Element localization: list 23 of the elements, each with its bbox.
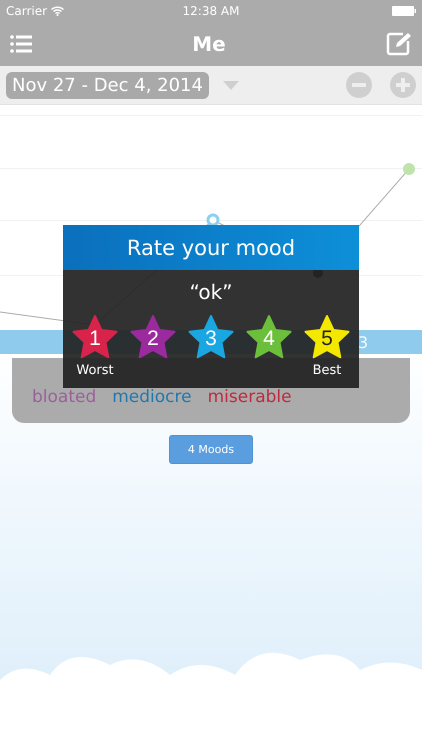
status-time: 12:38 AM [182, 4, 240, 18]
moods-button[interactable]: 4 Moods [168, 435, 254, 464]
mood-quote: “ok” [189, 280, 233, 304]
data-point [206, 214, 220, 226]
carrier-label: Carrier [6, 4, 48, 18]
plus-icon [396, 78, 410, 92]
battery-icon [392, 6, 416, 16]
page-title: Me [192, 32, 226, 56]
mood-tag: mediocre [112, 386, 192, 406]
mood-tag: miserable [208, 386, 292, 406]
menu-icon[interactable] [10, 35, 32, 53]
zoom-in-button[interactable] [390, 72, 416, 98]
mood-tag: bloated [32, 386, 96, 406]
date-range-button[interactable]: Nov 27 - Dec 4, 2014 [6, 72, 209, 98]
dropdown-caret-icon[interactable] [222, 80, 239, 90]
dialog-title: Rate your mood [126, 236, 296, 260]
star-caption: Best [312, 363, 342, 378]
star-caption: Worst [76, 363, 114, 378]
axis-label: 3 [358, 332, 368, 352]
edit-icon[interactable] [386, 32, 412, 56]
data-point [403, 163, 415, 175]
wifi-icon [51, 6, 64, 16]
zoom-out-button[interactable] [346, 72, 372, 98]
